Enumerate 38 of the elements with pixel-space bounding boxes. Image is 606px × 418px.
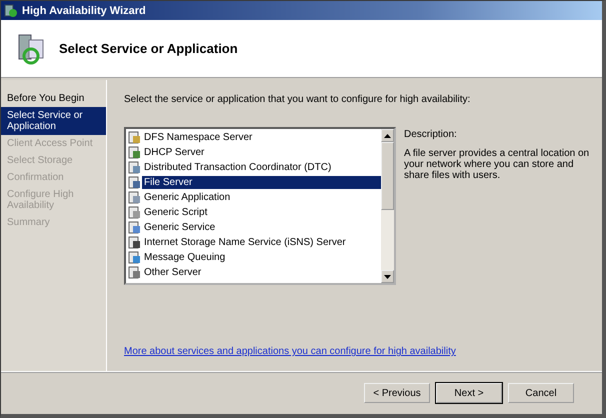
help-link[interactable]: More about services and applications you can configure for high availability: [124, 346, 456, 357]
scroll-up-button[interactable]: [381, 129, 394, 142]
description-label: Description:: [404, 129, 458, 140]
service-item[interactable]: Generic Service: [142, 221, 218, 234]
service-item[interactable]: Distributed Transaction Coordinator (DTC): [142, 161, 334, 174]
service-icon: [128, 236, 141, 249]
step-item[interactable]: Select Service or Application: [1, 107, 106, 135]
service-item[interactable]: Other Server: [142, 266, 204, 279]
service-icon: [128, 161, 141, 174]
page-title: Select Service or Application: [59, 41, 238, 56]
wizard-icon: [4, 4, 18, 18]
window-title: High Availability Wizard: [22, 4, 146, 16]
service-item[interactable]: DHCP Server: [142, 146, 206, 159]
service-item[interactable]: File Server: [142, 176, 381, 189]
service-icon: [128, 131, 141, 144]
service-icon: [128, 221, 141, 234]
wizard-button[interactable]: < Previous: [364, 383, 430, 403]
scroll-thumb[interactable]: [381, 142, 394, 210]
service-item[interactable]: Generic Application: [142, 191, 232, 204]
service-item[interactable]: DFS Namespace Server: [142, 131, 254, 144]
service-item[interactable]: Internet Storage Name Service (iSNS) Server: [142, 236, 348, 249]
service-icon: [128, 266, 141, 279]
service-icon: [128, 251, 141, 264]
description-text: A file server provides a central location on your network where you can store and share files with users.: [404, 148, 590, 181]
scroll-down-button[interactable]: [381, 270, 394, 283]
service-icon: [128, 146, 141, 159]
service-icon: [128, 191, 141, 204]
wizard-button[interactable]: Next >: [436, 383, 502, 403]
scrollbar[interactable]: [381, 129, 394, 283]
service-icon: [128, 206, 141, 219]
service-item[interactable]: Generic Script: [142, 206, 210, 219]
wizard-button[interactable]: Cancel: [508, 383, 574, 403]
step-item[interactable]: Before You Begin: [1, 90, 106, 107]
instruction-text: Select the service or application that you want to configure for high availability:: [124, 94, 472, 105]
service-item[interactable]: Message Queuing: [142, 251, 228, 264]
service-icon: [128, 176, 141, 189]
up-arrow-icon: [384, 134, 391, 138]
down-arrow-icon: [384, 274, 391, 278]
